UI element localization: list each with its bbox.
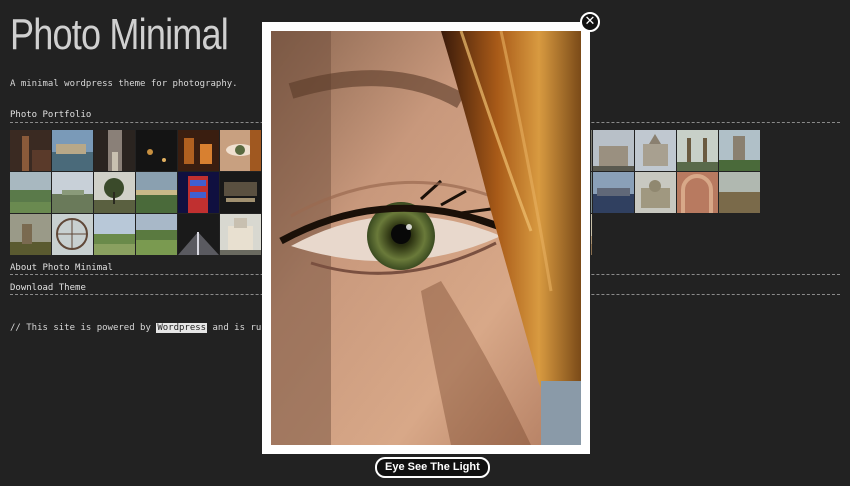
photo-thumbnail[interactable] xyxy=(52,172,93,213)
photo-thumbnail[interactable] xyxy=(178,130,219,171)
photo-portfolio-link[interactable]: Photo Portfolio xyxy=(10,110,91,120)
photo-thumbnail[interactable] xyxy=(94,214,135,255)
photo-thumbnail[interactable] xyxy=(136,130,177,171)
photo-thumbnail[interactable] xyxy=(10,172,51,213)
photo-thumbnail[interactable] xyxy=(635,172,676,213)
photo-thumbnail[interactable] xyxy=(136,214,177,255)
photo-thumbnail[interactable] xyxy=(220,214,261,255)
photo-thumbnail[interactable] xyxy=(677,130,718,171)
photo-thumbnail[interactable] xyxy=(719,172,760,213)
photo-thumbnail[interactable] xyxy=(52,214,93,255)
site-title[interactable]: Photo Minimal xyxy=(10,10,229,60)
photo-thumbnail[interactable] xyxy=(220,130,261,171)
photo-thumbnail[interactable] xyxy=(94,172,135,213)
photo-thumbnail[interactable] xyxy=(94,130,135,171)
footer-text: // This site is powered by Wordpress and… xyxy=(10,323,288,333)
photo-thumbnail[interactable] xyxy=(220,172,261,213)
photo-thumbnail[interactable] xyxy=(52,130,93,171)
photo-thumbnail[interactable] xyxy=(677,172,718,213)
photo-thumbnail[interactable] xyxy=(593,130,634,171)
about-link[interactable]: About Photo Minimal xyxy=(10,263,113,273)
lightbox-frame xyxy=(262,22,590,454)
photo-thumbnail[interactable] xyxy=(178,172,219,213)
lightbox-photo[interactable] xyxy=(271,31,581,445)
portfolio-thumbnail-grid xyxy=(10,130,261,255)
close-icon[interactable]: ✕ xyxy=(580,12,600,32)
wordpress-link[interactable]: Wordpress xyxy=(156,323,208,333)
photo-thumbnail[interactable] xyxy=(10,130,51,171)
photo-thumbnail[interactable] xyxy=(593,172,634,213)
photo-thumbnail[interactable] xyxy=(10,214,51,255)
site-tagline: A minimal wordpress theme for photograph… xyxy=(10,79,238,89)
photo-thumbnail[interactable] xyxy=(136,172,177,213)
photo-thumbnail[interactable] xyxy=(719,130,760,171)
download-theme-link[interactable]: Download Theme xyxy=(10,283,86,293)
footer-prefix: // This site is powered by xyxy=(10,323,157,333)
lightbox-caption: Eye See The Light xyxy=(375,457,490,478)
photo-thumbnail[interactable] xyxy=(635,130,676,171)
photo-thumbnail[interactable] xyxy=(178,214,219,255)
